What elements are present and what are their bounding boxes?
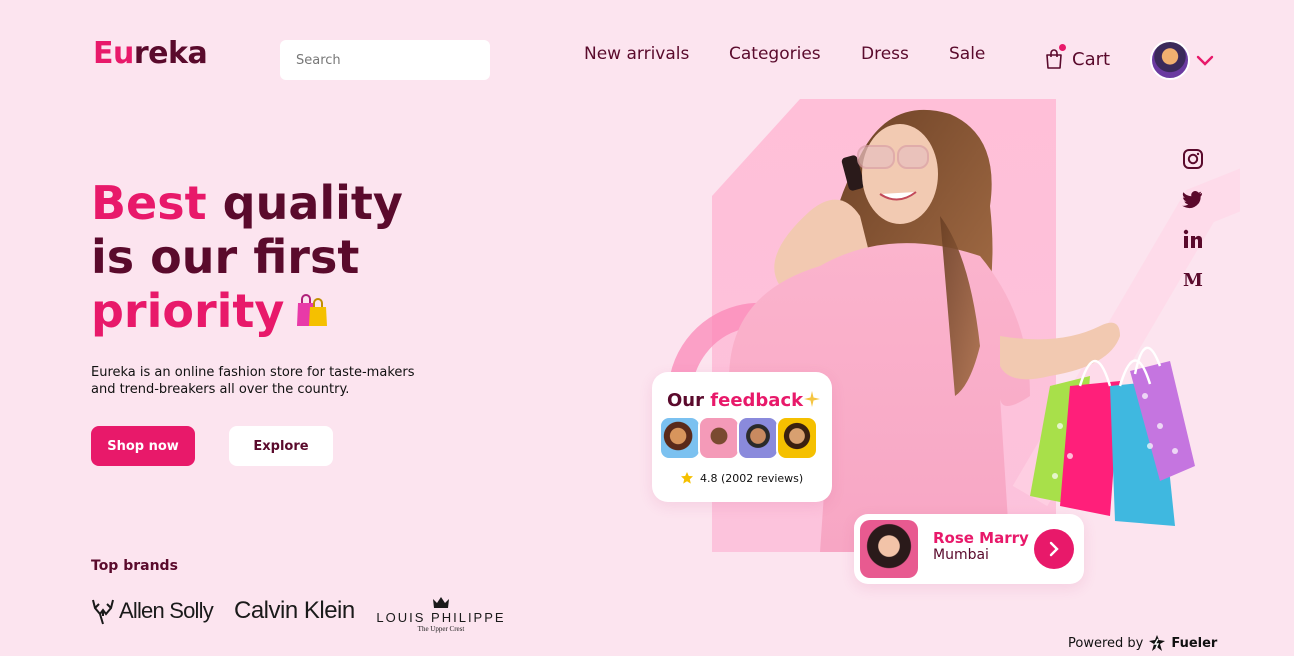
star-icon bbox=[681, 472, 693, 484]
feedback-card: Our feedback 4.8 (2002 reviews) bbox=[652, 372, 832, 502]
reviewer-avatar bbox=[698, 416, 740, 460]
nav-categories[interactable]: Categories bbox=[729, 44, 821, 64]
cart-label: Cart bbox=[1072, 48, 1111, 70]
arrow-right-icon bbox=[1049, 541, 1059, 557]
reviewer-avatar bbox=[659, 416, 701, 460]
profile-menu[interactable] bbox=[1150, 40, 1214, 80]
next-testimonial-button[interactable] bbox=[1034, 529, 1074, 569]
sparkle-icon bbox=[804, 391, 821, 407]
hero-description: Eureka is an online fashion store for ta… bbox=[91, 365, 415, 397]
reviewer-avatar bbox=[776, 416, 818, 460]
cart-button[interactable]: Cart bbox=[1044, 44, 1111, 70]
hero-title: Best quality is our first priority bbox=[91, 176, 403, 338]
svg-text:M: M bbox=[1183, 270, 1203, 290]
logo[interactable]: Eureka bbox=[93, 36, 208, 71]
reviewer-avatar bbox=[737, 416, 779, 460]
search-input[interactable] bbox=[280, 40, 490, 80]
brand-calvin-klein-logo[interactable]: Calvin Klein bbox=[234, 597, 355, 625]
brand-louis-philippe-logo[interactable]: LOUIS PHILIPPE The Upper Crest bbox=[376, 596, 506, 633]
nav-sale[interactable]: Sale bbox=[949, 44, 985, 64]
rating-summary: 4.8 (2002 reviews) bbox=[680, 471, 803, 485]
shopping-bags-emoji-icon bbox=[297, 294, 328, 326]
crown-icon bbox=[433, 597, 449, 608]
reviewer-avatars bbox=[659, 416, 818, 460]
instagram-icon[interactable] bbox=[1182, 148, 1204, 170]
nav-dress[interactable]: Dress bbox=[861, 44, 909, 64]
shop-now-button[interactable]: Shop now bbox=[91, 426, 195, 466]
nav-new-arrivals[interactable]: New arrivals bbox=[584, 44, 689, 64]
linkedin-icon[interactable] bbox=[1182, 228, 1204, 250]
stag-icon bbox=[92, 599, 114, 625]
powered-by-fueler[interactable]: Powered by Fueler bbox=[1068, 634, 1217, 652]
avatar bbox=[1150, 40, 1190, 80]
shopping-bag-icon bbox=[1044, 44, 1066, 70]
cart-badge-dot bbox=[1059, 44, 1066, 51]
testimonial-name: Rose Marry bbox=[933, 529, 1029, 547]
fueler-logo-icon bbox=[1149, 635, 1166, 651]
chevron-down-icon bbox=[1196, 55, 1214, 66]
explore-button[interactable]: Explore bbox=[229, 426, 333, 466]
twitter-icon[interactable] bbox=[1182, 188, 1204, 210]
brand-allen-solly-logo[interactable]: Allen Solly bbox=[91, 596, 214, 626]
testimonial-city: Mumbai bbox=[933, 547, 989, 563]
testimonial-avatar bbox=[860, 520, 918, 578]
top-brands-heading: Top brands bbox=[91, 558, 178, 574]
medium-icon[interactable]: M bbox=[1182, 268, 1204, 290]
feedback-title: Our feedback bbox=[667, 390, 821, 411]
testimonial-card: Rose Marry Mumbai bbox=[854, 514, 1084, 584]
